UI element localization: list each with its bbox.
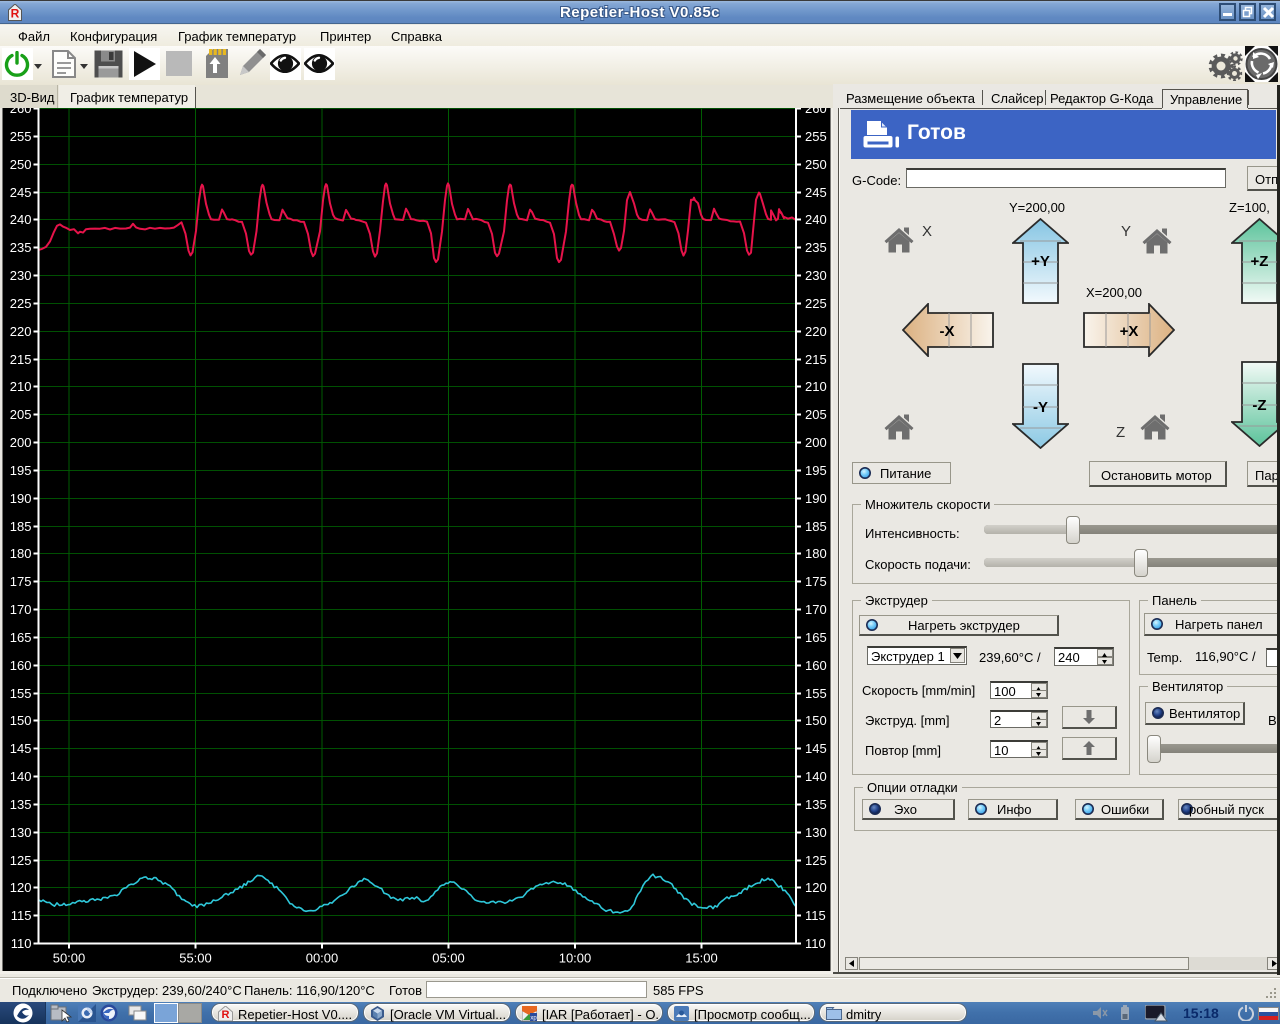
svg-text:110: 110 bbox=[805, 936, 826, 951]
svg-text:120: 120 bbox=[805, 880, 827, 895]
svg-text:255: 255 bbox=[805, 129, 827, 144]
svg-text:255: 255 bbox=[10, 129, 32, 144]
svg-text:55:00: 55:00 bbox=[179, 951, 212, 966]
svg-text:R: R bbox=[11, 7, 20, 21]
svg-text:215: 215 bbox=[805, 352, 827, 367]
svg-text:180: 180 bbox=[805, 546, 827, 561]
svg-text:165: 165 bbox=[805, 630, 827, 645]
svg-text:140: 140 bbox=[805, 769, 827, 784]
svg-text:160: 160 bbox=[10, 658, 32, 673]
svg-text:250: 250 bbox=[805, 157, 827, 172]
svg-text:245: 245 bbox=[805, 185, 827, 200]
svg-text:170: 170 bbox=[10, 602, 32, 617]
svg-text:145: 145 bbox=[805, 741, 827, 756]
svg-text:195: 195 bbox=[10, 463, 32, 478]
svg-text:220: 220 bbox=[805, 324, 827, 339]
svg-text:130: 130 bbox=[10, 825, 32, 840]
svg-text:230: 230 bbox=[805, 268, 827, 283]
svg-text:+X: +X bbox=[1120, 323, 1139, 340]
svg-text:205: 205 bbox=[805, 407, 827, 422]
svg-text:+Z: +Z bbox=[1251, 253, 1269, 270]
svg-text:115: 115 bbox=[11, 908, 32, 923]
svg-text:R: R bbox=[222, 1009, 230, 1021]
svg-text:xp: xp bbox=[530, 1016, 537, 1022]
svg-text:210: 210 bbox=[805, 379, 827, 394]
svg-text:225: 225 bbox=[10, 296, 32, 311]
svg-text:190: 190 bbox=[10, 491, 32, 506]
svg-text:140: 140 bbox=[10, 769, 32, 784]
svg-text:-X: -X bbox=[940, 323, 955, 340]
svg-text:115: 115 bbox=[805, 908, 826, 923]
svg-text:205: 205 bbox=[10, 407, 32, 422]
svg-text:210: 210 bbox=[10, 379, 32, 394]
svg-text:05:00: 05:00 bbox=[432, 951, 465, 966]
svg-text:150: 150 bbox=[805, 713, 827, 728]
svg-text:230: 230 bbox=[10, 268, 32, 283]
svg-text:175: 175 bbox=[805, 574, 827, 589]
svg-text:-Z: -Z bbox=[1252, 397, 1266, 414]
svg-text:50:00: 50:00 bbox=[53, 951, 86, 966]
svg-text:245: 245 bbox=[10, 185, 32, 200]
svg-text:260: 260 bbox=[805, 108, 827, 116]
svg-text:220: 220 bbox=[10, 324, 32, 339]
svg-text:260: 260 bbox=[10, 108, 32, 116]
svg-text:195: 195 bbox=[805, 463, 827, 478]
svg-text:130: 130 bbox=[805, 825, 827, 840]
svg-text:200: 200 bbox=[805, 435, 827, 450]
svg-text:235: 235 bbox=[10, 240, 32, 255]
svg-text:175: 175 bbox=[10, 574, 32, 589]
svg-text:150: 150 bbox=[10, 713, 32, 728]
svg-text:180: 180 bbox=[10, 546, 32, 561]
svg-text:240: 240 bbox=[805, 212, 827, 227]
svg-text:135: 135 bbox=[805, 797, 827, 812]
svg-text:165: 165 bbox=[10, 630, 32, 645]
svg-text:155: 155 bbox=[805, 686, 827, 701]
svg-text:185: 185 bbox=[805, 519, 827, 534]
svg-text:120: 120 bbox=[10, 880, 32, 895]
svg-text:185: 185 bbox=[10, 519, 32, 534]
svg-text:145: 145 bbox=[10, 741, 32, 756]
svg-text:125: 125 bbox=[805, 853, 827, 868]
svg-text:10:00: 10:00 bbox=[559, 951, 592, 966]
svg-text:235: 235 bbox=[805, 240, 827, 255]
svg-text:-Y: -Y bbox=[1033, 399, 1048, 416]
svg-text:250: 250 bbox=[10, 157, 32, 172]
svg-text:135: 135 bbox=[10, 797, 32, 812]
svg-text:00:00: 00:00 bbox=[306, 951, 339, 966]
svg-text:225: 225 bbox=[805, 296, 827, 311]
svg-text:215: 215 bbox=[10, 352, 32, 367]
svg-text:200: 200 bbox=[10, 435, 32, 450]
svg-text:170: 170 bbox=[805, 602, 827, 617]
svg-text:125: 125 bbox=[10, 853, 32, 868]
svg-text:110: 110 bbox=[11, 936, 32, 951]
svg-text:190: 190 bbox=[805, 491, 827, 506]
svg-text:240: 240 bbox=[10, 212, 32, 227]
svg-text:155: 155 bbox=[10, 686, 32, 701]
svg-text:15:00: 15:00 bbox=[685, 951, 718, 966]
svg-text:160: 160 bbox=[805, 658, 827, 673]
svg-text:+Y: +Y bbox=[1031, 253, 1050, 270]
